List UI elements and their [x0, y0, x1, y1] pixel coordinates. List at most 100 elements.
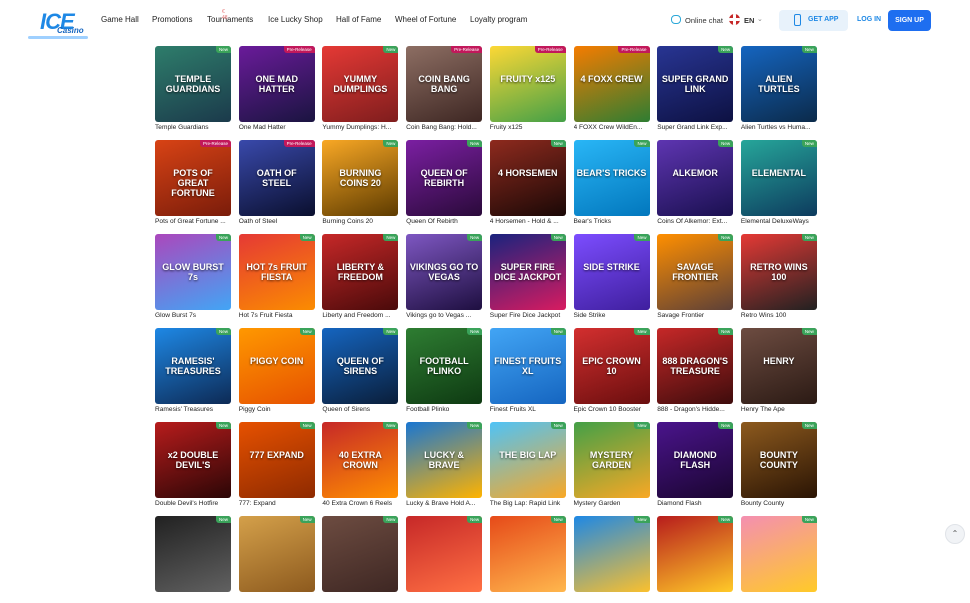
game-title[interactable]: 4 Horsemen - Hold & ...	[490, 218, 568, 225]
game-card[interactable]: BURNING COINS 20 New Burning Coins 20	[322, 140, 400, 227]
game-card[interactable]: ALIEN TURTLES New Alien Turtles vs Huma...	[740, 46, 819, 133]
game-title[interactable]: Coin Bang Bang: Hold...	[406, 124, 484, 131]
game-card[interactable]: BOUNTY COUNTY New Bounty County	[740, 422, 817, 509]
game-title[interactable]: Glow Burst 7s	[155, 312, 233, 319]
nav-tournaments[interactable]: Tournaments	[207, 15, 253, 24]
game-thumbnail[interactable]: FINEST FRUITS XL New	[489, 328, 566, 404]
game-thumbnail[interactable]: LIBERTY & FREEDOM New	[322, 234, 399, 310]
game-card[interactable]: 777 EXPAND New 777: Expand	[238, 422, 317, 509]
game-card[interactable]: New	[740, 516, 817, 603]
game-thumbnail[interactable]: COIN BANG BANG Pre-Release	[406, 46, 483, 122]
game-thumbnail[interactable]: 4 HORSEMEN New	[489, 140, 566, 216]
game-card[interactable]: YUMMY DUMPLINGS New Yummy Dumplings: H...	[322, 46, 399, 133]
game-card[interactable]: ONE MAD HATTER Pre-Release One Mad Hatter	[238, 46, 317, 133]
game-thumbnail[interactable]: New	[740, 516, 817, 592]
game-card[interactable]: FOOTBALL PLINKO New Football Plinko	[406, 328, 484, 415]
game-title[interactable]: One Mad Hatter	[239, 124, 317, 131]
signup-button[interactable]: SIGN UP	[888, 10, 931, 31]
game-thumbnail[interactable]: New	[657, 516, 734, 592]
game-card[interactable]: EPIC CROWN 10 New Epic Crown 10 Booster	[573, 328, 650, 415]
game-thumbnail[interactable]: QUEEN OF REBIRTH New	[406, 140, 483, 216]
game-thumbnail[interactable]: ALIEN TURTLES New	[740, 46, 817, 122]
game-card[interactable]: HOT 7s FRUIT FIESTA New Hot 7s Fruit Fiest…	[238, 234, 315, 321]
game-card[interactable]: BEAR'S TRICKS New Bear's Tricks	[573, 140, 652, 227]
game-card[interactable]: New	[406, 516, 483, 603]
game-card[interactable]: PIGGY COIN New Piggy Coin	[238, 328, 317, 415]
game-card[interactable]: OATH OF STEEL Pre-Release Oath of Steel	[238, 140, 317, 227]
game-title[interactable]: 40 Extra Crown 6 Reels	[322, 500, 400, 507]
game-title[interactable]: Queen of Sirens	[322, 406, 400, 413]
game-title[interactable]: Vikings go to Vegas ...	[406, 312, 484, 319]
game-title[interactable]: Pots of Great Fortune ...	[155, 218, 233, 225]
game-thumbnail[interactable]: x2 DOUBLE DEVIL'S New	[155, 422, 231, 498]
game-card[interactable]: ALKEMOR New Coins Of Alkemor: Ext...	[657, 140, 735, 227]
game-title[interactable]: Bear's Tricks	[574, 218, 652, 225]
game-thumbnail[interactable]: YUMMY DUMPLINGS New	[322, 46, 399, 122]
game-thumbnail[interactable]: New	[322, 516, 399, 592]
game-title[interactable]: Alien Turtles vs Huma...	[741, 124, 819, 131]
game-thumbnail[interactable]: ONE MAD HATTER Pre-Release	[238, 46, 315, 122]
game-thumbnail[interactable]: HENRY New	[740, 328, 817, 404]
game-thumbnail[interactable]: HOT 7s FRUIT FIESTA New	[238, 234, 315, 310]
game-thumbnail[interactable]: RAMESIS' TREASURES New	[155, 328, 231, 404]
nav-promotions[interactable]: Promotions	[152, 15, 192, 24]
game-title[interactable]: Temple Guardians	[155, 124, 233, 131]
game-card[interactable]: FRUITY x125 Pre-Release Fruity x125	[489, 46, 566, 133]
login-button[interactable]: LOG IN	[857, 16, 881, 23]
game-title[interactable]: Ramesis' Treasures	[155, 406, 233, 413]
game-card[interactable]: COIN BANG BANG Pre-Release Coin Bang Bang:…	[406, 46, 484, 133]
game-thumbnail[interactable]: BEAR'S TRICKS New	[573, 140, 650, 216]
game-thumbnail[interactable]: SIDE STRIKE New	[573, 234, 650, 310]
game-card[interactable]: x2 DOUBLE DEVIL'S New Double Devil's Hotfi…	[155, 422, 231, 509]
game-card[interactable]: 40 EXTRA CROWN New 40 Extra Crown 6 Reels	[322, 422, 400, 509]
game-title[interactable]: Double Devil's Hotfire	[155, 500, 233, 507]
game-card[interactable]: POTS OF GREAT FORTUNE Pre-Release Pots of …	[155, 140, 231, 227]
game-card[interactable]: SIDE STRIKE New Side Strike	[573, 234, 650, 321]
game-title[interactable]: Liberty and Freedom ...	[322, 312, 400, 319]
game-title[interactable]: Coins Of Alkemor: Ext...	[657, 218, 735, 225]
game-card[interactable]: DIAMOND FLASH New Diamond Flash	[657, 422, 734, 509]
game-card[interactable]: SUPER FIRE DICE JACKPOT New Super Fire Dic…	[489, 234, 568, 321]
game-card[interactable]: MYSTERY GARDEN New Mystery Garden	[573, 422, 652, 509]
game-title[interactable]: Mystery Garden	[574, 500, 652, 507]
game-title[interactable]: Burning Coins 20	[322, 218, 400, 225]
nav-game-hall[interactable]: Game Hall	[101, 15, 139, 24]
game-thumbnail[interactable]: New	[238, 516, 315, 592]
game-title[interactable]: Oath of Steel	[239, 218, 317, 225]
game-title[interactable]: Super Fire Dice Jackpot	[490, 312, 568, 319]
game-thumbnail[interactable]: GLOW BURST 7s New	[155, 234, 231, 310]
nav-wheel-of-fortune[interactable]: Wheel of Fortune	[395, 15, 456, 24]
game-thumbnail[interactable]: New	[406, 516, 483, 592]
game-thumbnail[interactable]: New	[573, 516, 650, 592]
game-card[interactable]: THE BIG LAP New The Big Lap: Rapid Link	[489, 422, 566, 509]
game-title[interactable]: Football Plinko	[406, 406, 484, 413]
game-title[interactable]: 888 - Dragon's Hidde...	[657, 406, 735, 413]
game-title[interactable]: Piggy Coin	[239, 406, 317, 413]
nav-hall-of-fame[interactable]: Hall of Fame	[336, 15, 381, 24]
game-thumbnail[interactable]: New	[155, 516, 231, 592]
game-card[interactable]: QUEEN OF REBIRTH New Queen Of Rebirth	[406, 140, 484, 227]
game-thumbnail[interactable]: New	[489, 516, 566, 592]
game-card[interactable]: FINEST FRUITS XL New Finest Fruits XL	[489, 328, 566, 415]
game-card[interactable]: New	[238, 516, 315, 603]
game-card[interactable]: RAMESIS' TREASURES New Ramesis' Treasures	[155, 328, 231, 415]
game-thumbnail[interactable]: MYSTERY GARDEN New	[573, 422, 650, 498]
game-thumbnail[interactable]: ELEMENTAL New	[740, 140, 817, 216]
game-thumbnail[interactable]: 888 DRAGON'S TREASURE New	[657, 328, 734, 404]
game-title[interactable]: Savage Frontier	[657, 312, 735, 319]
get-app-button[interactable]: GET APP	[779, 10, 848, 31]
game-card[interactable]: ELEMENTAL New Elemental DeluxeWays	[740, 140, 817, 227]
game-card[interactable]: New	[322, 516, 399, 603]
game-thumbnail[interactable]: SUPER FIRE DICE JACKPOT New	[489, 234, 566, 310]
game-thumbnail[interactable]: BURNING COINS 20 New	[322, 140, 399, 216]
game-card[interactable]: LIBERTY & FREEDOM New Liberty and Freedom …	[322, 234, 400, 321]
game-card[interactable]: 888 DRAGON'S TREASURE New 888 - Dragon's H…	[657, 328, 735, 415]
game-thumbnail[interactable]: THE BIG LAP New	[489, 422, 566, 498]
game-card[interactable]: SUPER GRAND LINK New Super Grand Link Exp.…	[657, 46, 734, 133]
game-title[interactable]: Henry The Ape	[741, 406, 819, 413]
game-thumbnail[interactable]: RETRO WINS 100 New	[740, 234, 817, 310]
scroll-to-top-button[interactable]: ⌃	[945, 524, 965, 544]
game-title[interactable]: 777: Expand	[239, 500, 317, 507]
game-title[interactable]: Queen Of Rebirth	[406, 218, 484, 225]
game-card[interactable]: GLOW BURST 7s New Glow Burst 7s	[155, 234, 231, 321]
